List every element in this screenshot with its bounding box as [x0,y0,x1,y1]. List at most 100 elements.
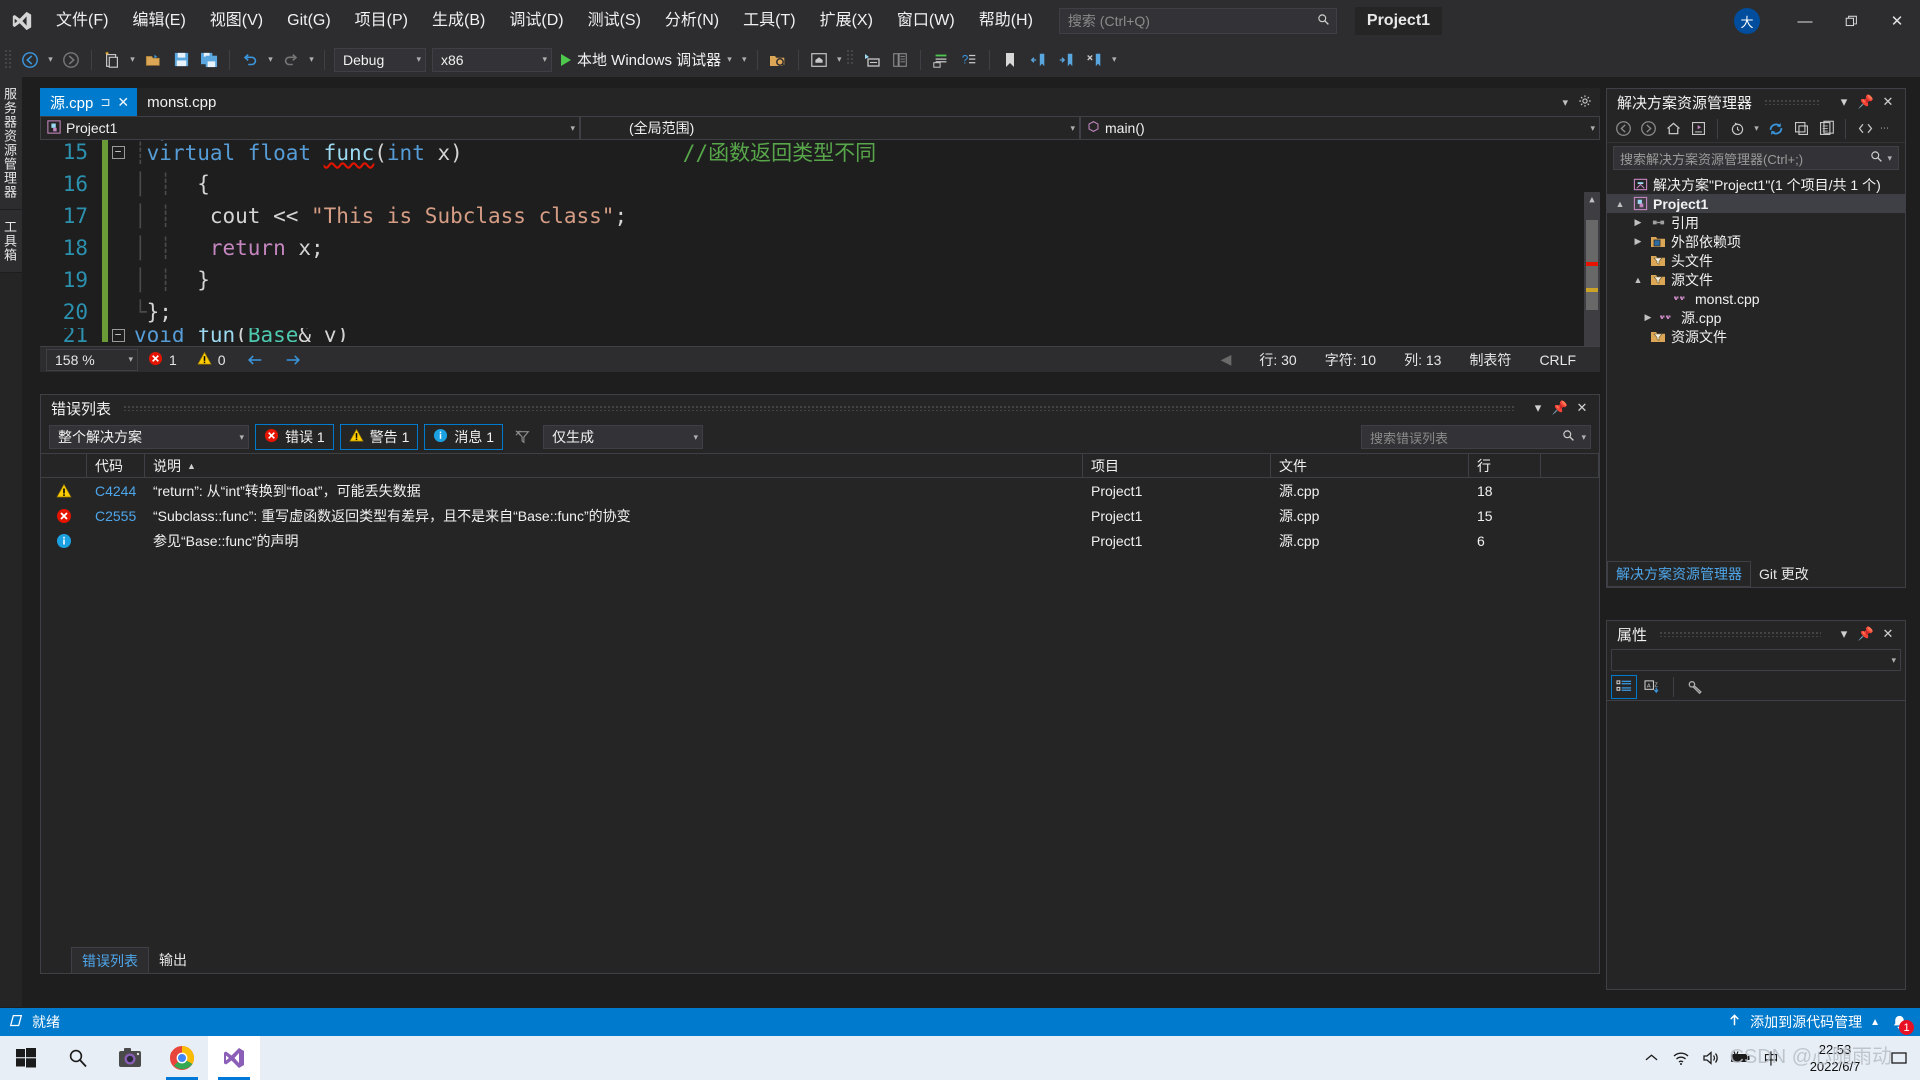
previous-bookmark-icon[interactable] [1025,47,1051,73]
chrome-app-icon[interactable] [156,1036,208,1080]
tree-node-header-files[interactable]: 头文件 [1607,251,1905,270]
fold-margin[interactable]: − [108,328,128,342]
chevron-down-icon[interactable]: ▾ [1833,626,1855,642]
clear-bookmarks-icon[interactable] [1081,47,1107,73]
undo-dropdown[interactable]: ▾ [264,54,277,65]
code-line-19[interactable]: 19 │ ┊ } [40,264,1600,296]
new-project-icon[interactable] [99,47,125,73]
project-name-chip[interactable]: Project1 [1354,7,1443,35]
tree-node-project1[interactable]: ▲ Project1 [1607,194,1905,213]
redo-icon[interactable] [278,47,304,73]
save-all-icon[interactable] [196,47,222,73]
warnings-toggle[interactable]: 警告 1 [339,424,419,450]
navigate-forward-icon[interactable] [58,47,84,73]
editor-tab-monst-cpp[interactable]: monst.cpp [137,88,225,116]
toolbar-grip-2[interactable] [846,48,858,72]
wifi-icon[interactable] [1666,1036,1696,1080]
sidebar-tab-server-explorer[interactable]: 服务器资源管理器 [0,77,22,210]
table-row[interactable]: C4244 “return”: 从“int”转换到“float”，可能丢失数据 … [41,478,1599,503]
solution-search-input[interactable]: 搜索解决方案资源管理器(Ctrl+;) ▾ [1613,146,1899,170]
global-search-input[interactable]: 搜索 (Ctrl+Q) [1058,8,1337,34]
pin-icon[interactable]: 📌 [1855,94,1877,110]
panel-drag-dots[interactable] [123,405,1515,411]
column-header-severity[interactable] [41,454,87,477]
notifications-button[interactable]: 1 [1888,1011,1914,1035]
chevron-down-icon[interactable]: ▾ [1833,94,1855,110]
panel-drag-dots[interactable] [1659,631,1821,637]
categorized-view-icon[interactable] [1611,674,1637,699]
taskbar-clock[interactable]: 22:53 2022/6/7 [1786,1041,1884,1075]
next-issue-button[interactable] [274,353,312,367]
errors-toggle[interactable]: 错误 1 [255,424,334,450]
collapse-icon[interactable]: − [111,145,125,159]
column-header-file[interactable]: 文件 [1271,454,1469,477]
start-debugging-button[interactable]: 本地 Windows 调试器 ▾ [555,47,738,73]
forward-icon[interactable] [1636,117,1660,141]
save-icon[interactable] [168,47,194,73]
code-line-21[interactable]: 21 − void fun(Base& y) [40,328,1600,342]
row-code[interactable]: C2555 [87,508,145,524]
editor-warning-count[interactable]: 0 [187,351,236,369]
chevron-down-icon[interactable]: ▾ [1527,400,1549,416]
chevron-down-icon[interactable]: ▾ [721,54,732,65]
scroll-left-icon[interactable]: ◀ [1207,351,1246,368]
object-browser-icon[interactable] [887,47,913,73]
refresh-icon[interactable] [1764,117,1788,141]
visual-studio-app-icon[interactable] [208,1036,260,1080]
expander-icon[interactable]: ▶ [1631,217,1645,228]
navbar-project-combo[interactable]: Project1 ▾ [40,116,580,140]
clear-filter-icon[interactable] [510,424,536,450]
redo-dropdown[interactable]: ▾ [305,54,318,65]
navbar-scope-combo[interactable]: (全局范围) ▾ [580,116,1080,140]
fold-margin[interactable]: − [108,145,128,159]
menu-view[interactable]: 视图(V) [198,0,275,42]
tab-list-dropdown-icon[interactable]: ▾ [1562,96,1568,109]
menu-help[interactable]: 帮助(H) [967,0,1045,42]
tab-git-changes[interactable]: Git 更改 [1751,561,1817,587]
start-button-icon[interactable] [0,1036,52,1080]
expander-icon[interactable]: ▲ [1631,275,1645,285]
collapse-all-icon[interactable] [1789,117,1813,141]
error-list-window-icon[interactable]: ? [956,47,982,73]
solution-configuration-combo[interactable]: Debug ▾ [334,47,426,72]
collapse-icon[interactable]: − [111,328,125,342]
close-icon[interactable]: ✕ [117,94,129,111]
tree-node-external-dependencies[interactable]: ▶ 外部依赖项 [1607,232,1905,251]
account-avatar[interactable]: 大 [1734,8,1760,34]
new-project-dropdown[interactable]: ▾ [126,54,139,65]
code-line-17[interactable]: 17 │ ┊ cout << "This is Subclass class"; [40,200,1600,232]
indent-mode[interactable]: 制表符 [1455,350,1525,370]
editor-vertical-scrollbar[interactable]: ▲ ▼ [1584,192,1600,346]
pin-icon[interactable]: ⊐ [100,95,110,109]
undo-icon[interactable] [237,47,263,73]
menu-test[interactable]: 测试(S) [576,0,653,42]
solution-platform-combo[interactable]: x86 ▾ [432,47,552,72]
maximize-button[interactable] [1828,0,1874,42]
run-extra-dropdown[interactable]: ▾ [738,54,751,65]
code-editor[interactable]: 14 public: 15 − ┊virtual float func(int … [40,140,1600,346]
back-icon[interactable] [1611,117,1635,141]
menu-build[interactable]: 生成(B) [420,0,497,42]
code-line-15[interactable]: 15 − ┊virtual float func(int x)//函数返回类型不… [40,140,1600,168]
solution-explorer-window-icon[interactable] [806,47,832,73]
tree-node-references[interactable]: ▶ 引用 [1607,213,1905,232]
menu-extensions[interactable]: 扩展(X) [808,0,885,42]
pin-icon[interactable]: 📌 [1549,400,1571,416]
expander-icon[interactable]: ▶ [1631,236,1645,247]
tree-node-monst-cpp[interactable]: monst.cpp [1607,289,1905,308]
tree-node-solution[interactable]: 解决方案"Project1"(1 个项目/共 1 个) [1607,175,1905,194]
menu-debug[interactable]: 调试(D) [497,0,575,42]
panel-drag-dots[interactable] [1764,99,1821,105]
next-bookmark-icon[interactable] [1053,47,1079,73]
tab-solution-explorer[interactable]: 解决方案资源管理器 [1607,561,1751,587]
chevron-down-icon[interactable]: ▾ [1883,153,1896,164]
navigate-backward-dropdown[interactable]: ▾ [44,54,57,65]
pending-changes-dropdown[interactable]: ▾ [1750,123,1763,134]
ime-indicator[interactable]: 中 [1756,1036,1786,1080]
chevron-up-icon[interactable]: ▲ [1870,1017,1880,1028]
open-file-icon[interactable] [140,47,166,73]
find-in-files-icon[interactable] [765,47,791,73]
editor-tab-yuan-cpp[interactable]: 源.cpp ⊐ ✕ [40,88,138,116]
close-icon[interactable]: ✕ [1877,626,1899,642]
window-dropdown[interactable]: ▾ [833,54,846,65]
